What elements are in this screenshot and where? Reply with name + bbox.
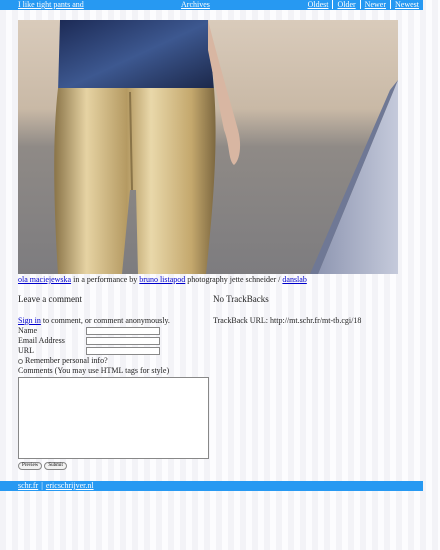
leave-comment-heading: Leave a comment: [18, 294, 82, 304]
nav-newer-link[interactable]: Newer: [359, 0, 390, 9]
signin-line: Sign in to comment, or comment anonymous…: [18, 316, 213, 326]
blog-title-link[interactable]: I like tight pants and: [18, 0, 84, 9]
remember-checkbox[interactable]: [18, 358, 23, 364]
nav-newest-link[interactable]: Newest: [390, 0, 423, 9]
nav-oldest-link[interactable]: Oldest: [304, 0, 333, 9]
comments-label: Comments (You may use HTML tags for styl…: [18, 366, 170, 375]
footer-links: schr.fr | ericschrijver.nl: [18, 481, 94, 490]
url-field[interactable]: [86, 347, 160, 355]
danslab-link[interactable]: danslab: [282, 275, 306, 284]
name-row: Name: [18, 326, 213, 336]
remember-label: Remember personal info?: [25, 356, 108, 365]
form-buttons: Preview Submit: [18, 462, 213, 470]
email-label: Email Address: [18, 336, 65, 345]
caption-text-2: photography jette schneider /: [185, 275, 283, 284]
comment-textarea[interactable]: [18, 377, 209, 459]
top-bar: I like tight pants and Archives Oldest O…: [0, 0, 423, 10]
preview-button[interactable]: Preview: [18, 462, 43, 470]
person-link[interactable]: ola maciejewska: [18, 275, 71, 284]
trackbacks-heading: No TrackBacks: [213, 294, 269, 304]
post-nav: Oldest Older Newer Newest: [304, 0, 423, 9]
footer-link-ericschrijver[interactable]: ericschrijver.nl: [46, 481, 94, 490]
comment-form-section: Leave a comment Sign in to comment, or c…: [18, 294, 213, 470]
email-row: Email Address: [18, 336, 213, 346]
signin-text: to comment, or comment anonymously.: [40, 316, 170, 325]
trackbacks-section: No TrackBacks TrackBack URL: http://mt.s…: [213, 294, 413, 326]
submit-button[interactable]: Submit: [44, 462, 67, 470]
photo-caption: ola maciejewska in a performance by brun…: [18, 275, 307, 284]
footer-bar: schr.fr | ericschrijver.nl: [0, 481, 423, 491]
name-label: Name: [18, 326, 38, 335]
post-photo: [18, 20, 398, 274]
url-label: URL: [18, 346, 34, 355]
archives-link[interactable]: Archives: [181, 0, 210, 9]
footer-link-schr[interactable]: schr.fr: [18, 481, 38, 490]
name-field[interactable]: [86, 327, 160, 335]
email-field[interactable]: [86, 337, 160, 345]
nav-older-link[interactable]: Older: [332, 0, 359, 9]
caption-text-1: in a performance by: [71, 275, 140, 284]
trackback-url: TrackBack URL: http://mt.schr.fr/mt-tb.c…: [213, 316, 362, 325]
artist-link[interactable]: bruno listapod: [139, 275, 185, 284]
remember-row: Remember personal info?: [18, 356, 213, 366]
url-row: URL: [18, 346, 213, 356]
signin-link[interactable]: Sign in: [18, 316, 41, 325]
footer-separator: |: [41, 481, 43, 490]
